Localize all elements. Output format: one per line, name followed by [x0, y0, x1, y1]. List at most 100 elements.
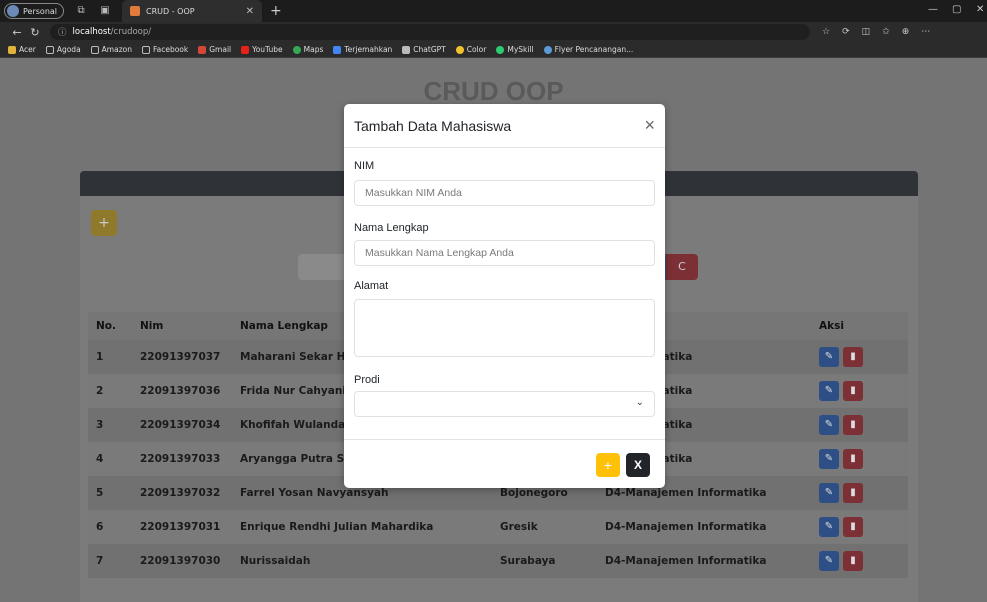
reset-button[interactable]: C	[666, 254, 698, 280]
minimize-icon[interactable]: —	[928, 4, 938, 15]
modal-header: Tambah Data Mahasiswa ×	[344, 104, 665, 148]
pencil-icon: ✎	[824, 419, 834, 430]
split-screen-icon[interactable]: ◫	[862, 27, 871, 37]
extensions-icon[interactable]: ⟳	[842, 27, 850, 37]
edit-button[interactable]: ✎	[819, 517, 839, 537]
profile-button[interactable]: Personal	[4, 3, 65, 19]
bookmark-label: Facebook	[152, 45, 189, 54]
trash-icon: ▮	[850, 521, 856, 532]
bookmark-maps[interactable]: Maps	[292, 45, 323, 54]
workspaces-icon[interactable]: ⧉	[74, 4, 88, 18]
bookmark-color[interactable]: Color	[455, 45, 486, 54]
bookmark-label: Acer	[19, 45, 36, 54]
close-icon[interactable]: ×	[644, 115, 655, 136]
cell-alamat: Surabaya	[492, 544, 597, 578]
alamat-field[interactable]	[354, 299, 655, 357]
reload-icon[interactable]: ↻	[26, 26, 44, 39]
modal-title: Tambah Data Mahasiswa	[354, 117, 512, 134]
edit-button[interactable]: ✎	[819, 415, 839, 435]
cell-nim: 22091397036	[132, 374, 232, 408]
page-icon	[45, 45, 54, 54]
cell-no: 5	[88, 476, 132, 510]
submit-add-button[interactable]: +	[596, 453, 620, 477]
trash-icon: ▮	[850, 453, 856, 464]
delete-button[interactable]: ▮	[843, 483, 863, 503]
favorites-icon[interactable]: ✩	[882, 27, 890, 37]
delete-button[interactable]: ▮	[843, 449, 863, 469]
bookmark-chatgpt[interactable]: ChatGPT	[402, 45, 446, 54]
cell-aksi: ✎ ▮	[811, 442, 908, 476]
add-data-button[interactable]: +	[91, 210, 117, 236]
prodi-select[interactable]: ⌄	[354, 391, 655, 417]
nim-field[interactable]	[354, 180, 655, 206]
bookmark-myskill[interactable]: MySkill	[496, 45, 534, 54]
bookmark-facebook[interactable]: Facebook	[141, 45, 189, 54]
delete-button[interactable]: ▮	[843, 517, 863, 537]
bookmark-label: Agoda	[56, 45, 81, 54]
bookmark-flyer[interactable]: Flyer Pencanangan...	[543, 45, 633, 54]
cancel-button[interactable]: X	[626, 453, 650, 477]
bookmark-agoda[interactable]: Agoda	[45, 45, 81, 54]
col-nim: Nim	[132, 312, 232, 340]
close-window-icon[interactable]: ✕	[976, 4, 984, 15]
bookmark-label: ChatGPT	[413, 45, 446, 54]
cell-aksi: ✎ ▮	[811, 544, 908, 578]
cell-aksi: ✎ ▮	[811, 476, 908, 510]
flyer-icon	[543, 45, 552, 54]
collections-icon[interactable]: ⊕	[902, 27, 910, 37]
delete-button[interactable]: ▮	[843, 415, 863, 435]
chatgpt-icon	[402, 45, 411, 54]
bookmark-label: Terjemahkan	[344, 45, 393, 54]
delete-button[interactable]: ▮	[843, 381, 863, 401]
delete-button[interactable]: ▮	[843, 347, 863, 367]
cell-no: 4	[88, 442, 132, 476]
bookmark-amazon[interactable]: Amazon	[90, 45, 132, 54]
cell-nim: 22091397032	[132, 476, 232, 510]
edit-button[interactable]: ✎	[819, 551, 839, 571]
new-tab-icon[interactable]: +	[270, 3, 282, 19]
edit-button[interactable]: ✎	[819, 449, 839, 469]
nim-label: NIM	[354, 160, 375, 172]
maps-icon	[292, 45, 301, 54]
url-input[interactable]: ⓘ localhost/crudoop/	[50, 24, 810, 40]
trash-icon: ▮	[850, 351, 856, 362]
gmail-icon	[198, 45, 207, 54]
more-menu-icon[interactable]: ⋯	[921, 27, 930, 37]
bookmark-gmail[interactable]: Gmail	[198, 45, 231, 54]
url-host: localhost	[72, 27, 111, 37]
table-row: 7 22091397030 Nurissaidah Surabaya D4-Manaje…	[88, 544, 908, 578]
maximize-icon[interactable]: ▢	[952, 4, 961, 15]
browser-tab-bar: Personal ⧉ ▣ CRUD - OOP ✕ + — ▢ ✕	[0, 0, 987, 22]
favorite-star-icon[interactable]: ☆	[822, 27, 830, 37]
cell-no: 3	[88, 408, 132, 442]
bookmarks-bar: Acer Agoda Amazon Facebook Gmail YouTube…	[0, 42, 987, 58]
edit-button[interactable]: ✎	[819, 483, 839, 503]
bookmark-label: MySkill	[507, 45, 534, 54]
cell-no: 2	[88, 374, 132, 408]
tab-actions-icon[interactable]: ▣	[98, 4, 112, 18]
plus-icon: +	[98, 215, 110, 231]
trash-icon: ▮	[850, 487, 856, 498]
pencil-icon: ✎	[824, 385, 834, 396]
cell-aksi: ✎ ▮	[811, 510, 908, 544]
delete-button[interactable]: ▮	[843, 551, 863, 571]
pencil-icon: ✎	[824, 521, 834, 532]
tab-close-icon[interactable]: ✕	[246, 6, 254, 17]
bookmark-terjemahkan[interactable]: Terjemahkan	[333, 45, 392, 54]
nama-field[interactable]	[354, 240, 655, 266]
alamat-label: Alamat	[354, 280, 389, 292]
tab-crud-oop[interactable]: CRUD - OOP ✕	[122, 0, 263, 22]
cell-no: 1	[88, 340, 132, 374]
cell-nim: 22091397030	[132, 544, 232, 578]
cell-nama: Nurissaidah	[232, 544, 492, 578]
back-icon[interactable]: ←	[8, 26, 26, 39]
bookmark-acer[interactable]: Acer	[8, 45, 36, 54]
edit-button[interactable]: ✎	[819, 381, 839, 401]
cell-aksi: ✎ ▮	[811, 408, 908, 442]
bookmark-youtube[interactable]: YouTube	[241, 45, 283, 54]
edit-button[interactable]: ✎	[819, 347, 839, 367]
cell-no: 6	[88, 510, 132, 544]
bookmark-label: YouTube	[252, 45, 283, 54]
bookmark-label: Gmail	[209, 45, 232, 54]
avatar	[7, 5, 19, 17]
